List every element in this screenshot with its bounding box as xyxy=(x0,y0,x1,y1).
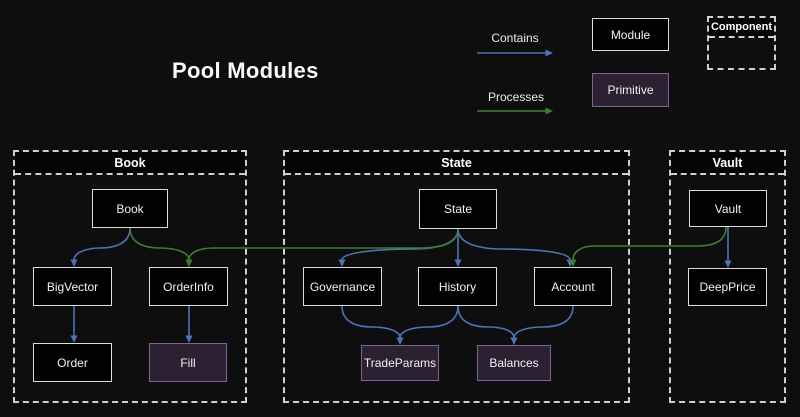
container-state-header: State xyxy=(285,152,628,175)
node-orderinfo: OrderInfo xyxy=(149,267,228,306)
legend-component-label: Component xyxy=(709,18,774,38)
node-tradeparams: TradeParams xyxy=(361,345,439,381)
node-account: Account xyxy=(534,267,612,306)
node-deepprice: DeepPrice xyxy=(688,268,767,306)
legend-primitive-sample: Primitive xyxy=(592,73,669,107)
node-vault: Vault xyxy=(689,190,767,227)
node-governance: Governance xyxy=(303,267,382,306)
node-fill: Fill xyxy=(149,343,227,382)
page-title: Pool Modules xyxy=(172,58,319,84)
legend-component-sample: Component xyxy=(707,16,776,70)
legend-module-sample: Module xyxy=(592,18,669,51)
legend-contains-label: Contains xyxy=(477,31,553,45)
pool-modules-diagram: { "title": "Pool Modules", "legend": { "… xyxy=(0,0,800,417)
container-book-header: Book xyxy=(15,152,245,175)
node-order: Order xyxy=(33,343,112,382)
container-vault-header: Vault xyxy=(671,152,784,175)
node-history: History xyxy=(418,267,497,306)
node-state: State xyxy=(419,189,497,229)
node-balances: Balances xyxy=(477,345,551,381)
node-bigvector: BigVector xyxy=(33,267,112,306)
node-book: Book xyxy=(92,189,168,228)
legend-processes-label: Processes xyxy=(477,90,555,104)
